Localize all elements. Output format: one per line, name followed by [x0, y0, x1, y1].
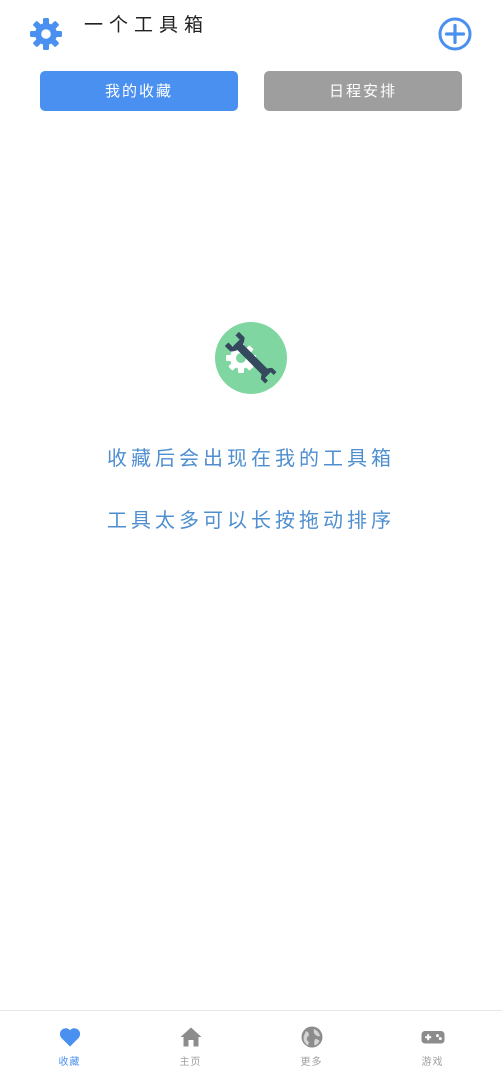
nav-label: 收藏 [58, 1057, 81, 1068]
tab-bar: 我的收藏 日程安排 [0, 71, 502, 113]
nav-item-favorites[interactable]: 收藏 [7, 1011, 132, 1079]
app-title: 一个工具箱 [84, 14, 210, 36]
globe-icon [301, 1026, 322, 1048]
app-header: 一个工具箱 [0, 0, 502, 64]
add-button[interactable] [437, 16, 473, 52]
nav-item-more[interactable]: 更多 [249, 1011, 374, 1079]
nav-label: 更多 [300, 1057, 323, 1068]
nav-item-home[interactable]: 主页 [128, 1011, 253, 1079]
gamepad-icon [421, 1031, 444, 1044]
empty-state-message: 收藏后会出现在我的工具箱 [107, 446, 395, 470]
bottom-nav: 收藏 主页 更多 游戏 [0, 1010, 502, 1080]
nav-item-games[interactable]: 游戏 [370, 1011, 495, 1079]
heart-icon [59, 1028, 80, 1047]
plus-circle-icon [438, 17, 472, 51]
nav-label: 游戏 [421, 1057, 444, 1068]
settings-button[interactable] [28, 16, 64, 52]
nav-label: 主页 [179, 1057, 202, 1068]
tab-schedule[interactable]: 日程安排 [264, 71, 462, 111]
gear-icon [30, 18, 62, 50]
empty-state-hint: 工具太多可以长按拖动排序 [107, 508, 395, 532]
tab-my-favorites[interactable]: 我的收藏 [40, 71, 238, 111]
wrench-gear-icon [215, 322, 287, 394]
home-icon [180, 1027, 201, 1047]
